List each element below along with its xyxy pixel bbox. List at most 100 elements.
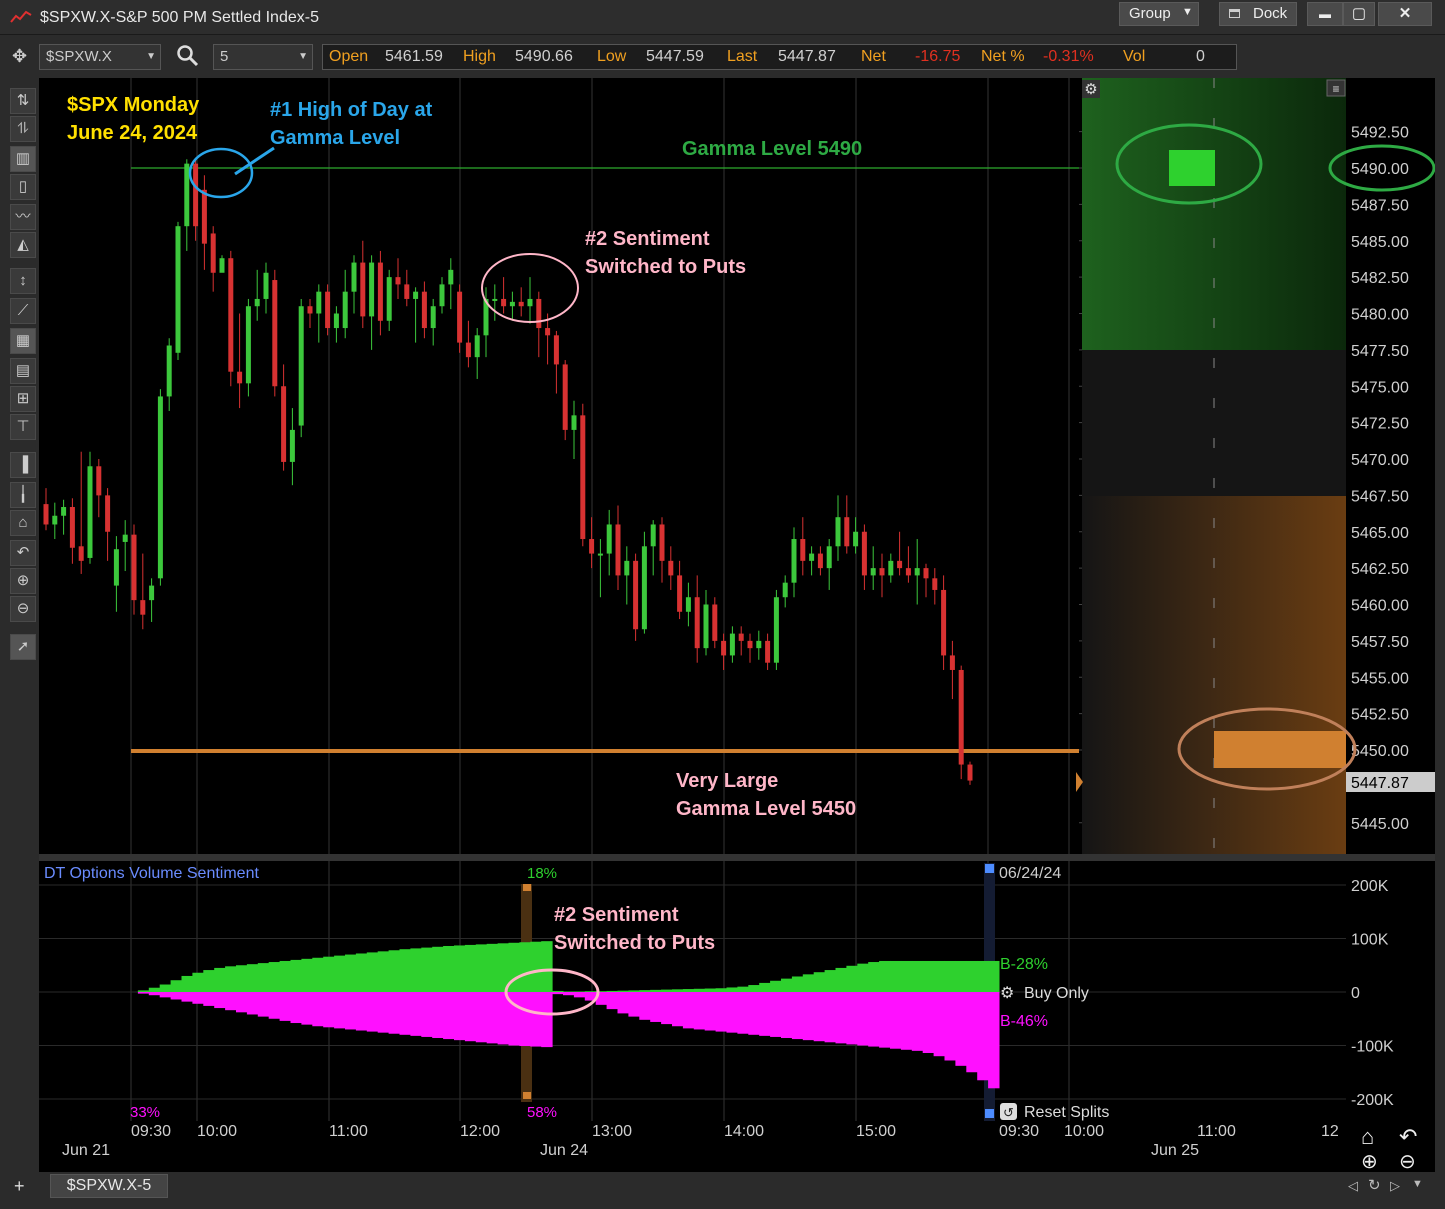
- scroll-left-icon[interactable]: ◁: [1348, 1178, 1358, 1194]
- undo-icon[interactable]: ↶: [1399, 1124, 1417, 1149]
- undo-icon[interactable]: ↶: [10, 540, 36, 566]
- home-icon[interactable]: ⌂: [1361, 1124, 1374, 1149]
- home-icon[interactable]: ⌂: [10, 510, 36, 536]
- sentiment-call-bar: [639, 990, 651, 992]
- title-bar: $SPXW.X-S&P 500 PM Settled Index-5 Group…: [0, 0, 1445, 35]
- current-day-bottom-handle[interactable]: [985, 1109, 994, 1118]
- line-chart-tool-icon[interactable]: 〰: [10, 204, 36, 230]
- crosshair-tool-icon[interactable]: ⇅: [10, 88, 36, 114]
- scroll-right-icon[interactable]: ▷: [1390, 1178, 1400, 1194]
- area-chart-tool-icon[interactable]: ◭: [10, 232, 36, 258]
- sentiment-call-bar: [813, 972, 826, 992]
- candle-body: [553, 335, 559, 365]
- candle-body: [967, 764, 973, 781]
- sentiment-call-bar: [966, 960, 978, 992]
- increase-tool-icon[interactable]: ▐: [10, 452, 36, 478]
- candle-body: [545, 328, 551, 336]
- candle-body: [914, 568, 920, 576]
- date-tick-label: Jun 21: [62, 1142, 110, 1159]
- dock-button[interactable]: Dock: [1219, 2, 1297, 26]
- tab-menu-icon[interactable]: ▼: [1412, 1178, 1423, 1190]
- sentiment-put-bar: [824, 992, 836, 1043]
- candle-body: [668, 560, 674, 576]
- hollow-candle-tool-icon[interactable]: ▯: [10, 174, 36, 200]
- candle-body: [448, 269, 454, 285]
- trendline-tool-icon[interactable]: ⟋: [10, 298, 36, 324]
- sentiment-put-bar: [672, 992, 684, 1027]
- group-dropdown[interactable]: Group ▼: [1119, 2, 1199, 26]
- table-tool-icon[interactable]: ▤: [10, 358, 36, 384]
- sentiment-put-bar: [693, 992, 706, 1030]
- sentiment-put-bar: [737, 992, 749, 1034]
- reset-splits-button[interactable]: ↺ Reset Splits: [1000, 1103, 1109, 1121]
- decrease-tool-icon[interactable]: ╽: [10, 482, 36, 508]
- candle-body: [650, 524, 656, 547]
- candle-body: [509, 301, 515, 307]
- pane-separator[interactable]: [39, 854, 1435, 861]
- grid-small-tool-icon[interactable]: ⊞: [10, 386, 36, 412]
- sentiment-put-bar: [137, 992, 150, 994]
- symbol-input[interactable]: $SPXW.X ▼: [39, 44, 161, 70]
- sentiment-put-bar: [802, 992, 815, 1041]
- sentiment-put-bar: [421, 992, 433, 1037]
- scale-tool-icon[interactable]: ↕: [10, 268, 36, 294]
- sentiment-label-line2: Switched to Puts: [585, 256, 746, 278]
- time-tick-label: 09:30: [999, 1123, 1039, 1140]
- buy-only-toggle[interactable]: ⚙ Buy Only: [1000, 985, 1089, 1002]
- sentiment-put-bar: [345, 992, 357, 1030]
- tab-spxw-5[interactable]: $SPXW.X-5: [50, 1174, 168, 1198]
- sentiment-call-bar: [279, 960, 291, 992]
- price-tick-label: 5470.00: [1351, 452, 1409, 469]
- window-title: $SPXW.X-S&P 500 PM Settled Index-5: [40, 9, 319, 26]
- minimize-button[interactable]: ▬: [1307, 2, 1343, 26]
- sentiment-call-bar: [715, 988, 727, 992]
- zoom-out-icon[interactable]: ⊖: [10, 596, 36, 622]
- sentiment-call-bar: [835, 967, 847, 992]
- sentiment-tick-label: -100K: [1351, 1039, 1394, 1056]
- candle-body: [289, 429, 295, 462]
- split-marker-top-handle[interactable]: [523, 884, 531, 891]
- sentiment-call-bar: [911, 960, 924, 992]
- sentiment-date-label: 06/24/24: [999, 865, 1061, 882]
- zoom-out-icon[interactable]: ⊖: [1399, 1151, 1416, 1173]
- maximize-button[interactable]: ▢: [1343, 2, 1375, 26]
- bar-tool-icon[interactable]: ⥮: [10, 116, 36, 142]
- candle-body: [527, 298, 533, 307]
- zoom-in-icon[interactable]: ⊕: [10, 568, 36, 594]
- time-tick-label: 10:00: [197, 1123, 237, 1140]
- candle-body: [905, 568, 911, 576]
- sentiment-pane-title: DT Options Volume Sentiment: [44, 865, 259, 882]
- zoom-in-icon[interactable]: ⊕: [1361, 1151, 1378, 1173]
- chevron-down-icon: ▼: [298, 51, 308, 62]
- link-icon[interactable]: ✥: [12, 46, 27, 67]
- sentiment-tick-label: 0: [1351, 985, 1360, 1002]
- add-tab-icon[interactable]: +: [14, 1176, 25, 1197]
- candle-body: [333, 313, 339, 329]
- close-button[interactable]: ✕: [1378, 2, 1432, 26]
- sentiment-put-bar: [781, 992, 793, 1039]
- pointer-tool-icon[interactable]: ➚: [10, 634, 36, 660]
- sentiment-put-bar: [225, 992, 237, 1011]
- net-percent-label: Net %: [981, 48, 1025, 65]
- sentiment-call-bar: [257, 963, 270, 992]
- interval-input[interactable]: 5 ▼: [213, 44, 313, 70]
- split-marker-bottom-handle[interactable]: [523, 1092, 531, 1099]
- refresh-icon[interactable]: ↻: [1368, 1176, 1381, 1194]
- menu-icon[interactable]: ≡: [1326, 79, 1346, 97]
- sentiment-call-bar: [977, 960, 989, 992]
- reset-icon-glyph: ↺: [1003, 1105, 1014, 1120]
- sentiment-call-bar: [225, 966, 237, 992]
- sentiment-call-bar: [890, 960, 902, 992]
- candle: [773, 589, 779, 670]
- sentiment-put-bar: [759, 992, 771, 1036]
- candle-body: [61, 507, 67, 516]
- current-day-top-handle[interactable]: [985, 864, 994, 873]
- candlestick-tool-icon[interactable]: ▥: [10, 146, 36, 172]
- svg-text:⊖: ⊖: [1399, 1151, 1416, 1172]
- search-icon[interactable]: [176, 44, 200, 73]
- settings-gear-icon[interactable]: ⚙: [1082, 80, 1100, 98]
- grid-tool-icon[interactable]: ▦: [10, 328, 36, 354]
- candle-body: [201, 189, 207, 244]
- sentiment-call-bar: [661, 989, 673, 992]
- horizontal-line-tool-icon[interactable]: ⊤: [10, 414, 36, 440]
